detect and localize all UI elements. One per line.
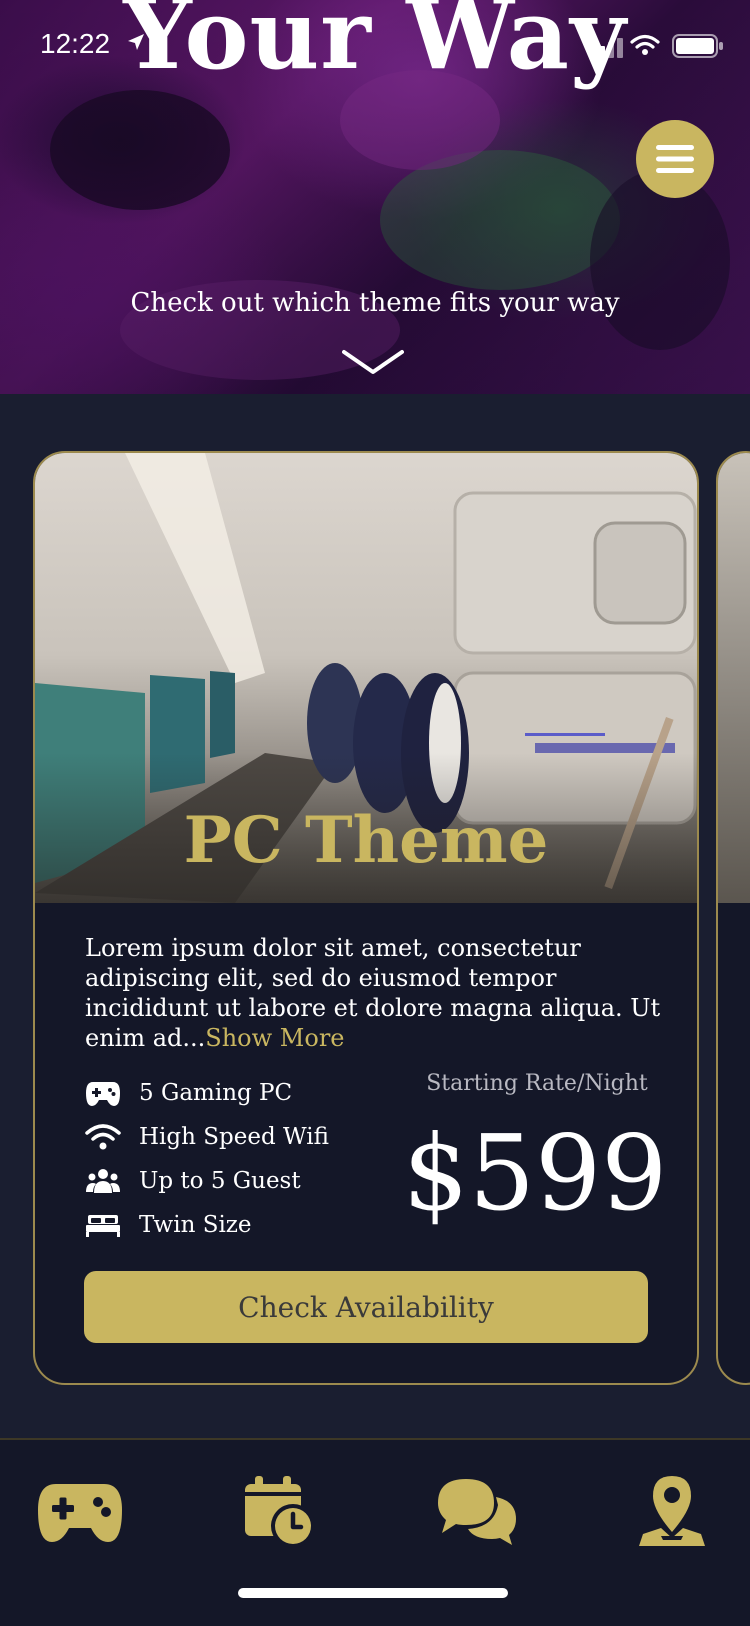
show-more-link[interactable]: Show More xyxy=(205,1024,344,1052)
theme-description: Lorem ipsum dolor sit amet, consectetur … xyxy=(85,933,685,1053)
check-availability-button[interactable]: Check Availability xyxy=(84,1271,648,1343)
nav-item-location[interactable] xyxy=(622,1466,722,1556)
next-theme-photo xyxy=(718,453,750,903)
price: $599 xyxy=(402,1112,668,1234)
menu-button[interactable] xyxy=(636,120,714,198)
next-theme-card[interactable] xyxy=(716,451,750,1385)
chevron-down-icon[interactable] xyxy=(342,348,404,376)
feature-item: 5 Gaming PC xyxy=(85,1071,385,1115)
users-icon xyxy=(86,1169,120,1193)
feature-label: High Speed Wifi xyxy=(139,1124,329,1150)
map-pin-icon xyxy=(639,1476,705,1546)
cellular-signal-icon xyxy=(590,38,623,58)
home-indicator xyxy=(238,1588,508,1598)
gamepad-icon xyxy=(86,1082,120,1106)
calendar-clock-icon xyxy=(245,1476,315,1548)
description-text: Lorem ipsum dolor sit amet, consectetur … xyxy=(85,934,661,1052)
feature-label: 5 Gaming PC xyxy=(139,1080,293,1106)
chat-icon xyxy=(438,1479,516,1545)
wifi-status-icon xyxy=(630,34,660,55)
status-time: 12:22 xyxy=(40,28,111,59)
theme-photo: PC Theme xyxy=(35,453,697,903)
feature-item: Up to 5 Guest xyxy=(85,1159,385,1203)
nav-item-chat[interactable] xyxy=(426,1466,526,1556)
status-bar: 12:22 xyxy=(0,0,750,90)
hero-subtitle: Check out which theme fits your way xyxy=(130,288,620,318)
theme-title: PC Theme xyxy=(183,803,549,878)
bed-icon xyxy=(86,1215,120,1237)
feature-label: Up to 5 Guest xyxy=(139,1168,301,1194)
gamepad-icon xyxy=(38,1484,122,1542)
nav-item-booking[interactable] xyxy=(230,1466,330,1556)
rate-label: Starting Rate/Night xyxy=(426,1071,648,1096)
feature-list: 5 Gaming PC High Speed Wifi Up to 5 Gues… xyxy=(85,1071,385,1247)
hamburger-menu-icon xyxy=(656,145,694,173)
nav-item-games[interactable] xyxy=(30,1466,130,1556)
feature-item: Twin Size xyxy=(85,1203,385,1247)
theme-card[interactable]: PC Theme Lorem ipsum dolor sit amet, con… xyxy=(33,451,699,1385)
feature-label: Twin Size xyxy=(139,1212,252,1238)
location-arrow-icon xyxy=(128,34,144,50)
battery-icon xyxy=(672,34,723,58)
feature-item: High Speed Wifi xyxy=(85,1115,385,1159)
wifi-icon xyxy=(85,1124,121,1150)
